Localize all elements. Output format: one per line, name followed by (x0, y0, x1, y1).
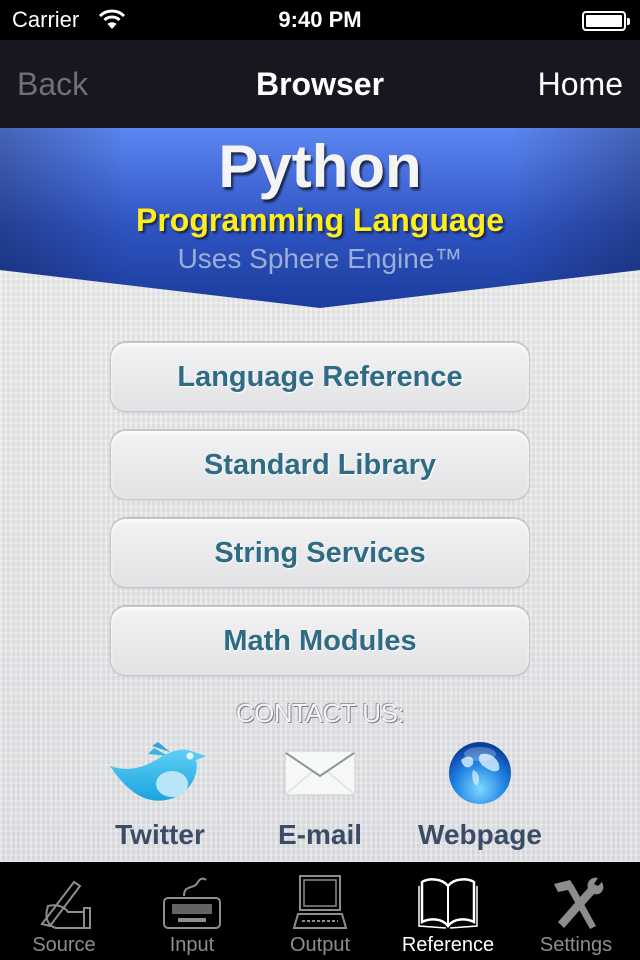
tab-label: Settings (539, 934, 613, 956)
twitter-label: Twitter (115, 819, 205, 850)
twitter-link[interactable]: Twitter (80, 733, 240, 851)
status-bar: Carrier 9:40 PM (0, 0, 640, 40)
computer-icon (292, 875, 348, 929)
tab-bar: Source Input Output Reference Settings (0, 862, 640, 960)
hand-writing-icon (40, 880, 91, 929)
tab-label: Output (289, 934, 351, 956)
email-link[interactable]: E-mail (240, 733, 400, 851)
button-label: Language Reference (177, 360, 463, 393)
tab-input[interactable]: Input (128, 862, 256, 960)
clock: 9:40 PM (278, 7, 362, 32)
tab-reference[interactable]: Reference (384, 862, 512, 960)
tab-label: Source (32, 934, 96, 956)
contact-heading: CONTACT US: (235, 698, 405, 728)
navigation-bar: Back Browser Home (0, 40, 640, 128)
engine-credit: Uses Sphere Engine™ (177, 243, 463, 274)
email-label: E-mail (277, 819, 363, 850)
button-label: Standard Library (203, 448, 437, 481)
math-modules-button[interactable]: Math Modules (110, 606, 530, 676)
tab-source[interactable]: Source (0, 862, 128, 960)
tab-settings[interactable]: Settings (512, 862, 640, 960)
tab-label: Reference (401, 934, 495, 956)
language-banner: Python Programming Language Uses Sphere … (0, 128, 640, 308)
button-label: Math Modules (223, 624, 417, 657)
home-button[interactable]: Home (538, 66, 623, 103)
battery-icon (582, 11, 630, 31)
tab-label: Input (169, 934, 215, 956)
language-subtitle: Programming Language (135, 202, 505, 238)
hammer-wrench-icon (554, 877, 604, 929)
keyboard-icon (163, 877, 221, 929)
tab-output[interactable]: Output (256, 862, 384, 960)
language-reference-button[interactable]: Language Reference (110, 342, 530, 412)
open-book-icon (418, 878, 478, 929)
envelope-icon (284, 750, 356, 796)
webpage-label: Webpage (418, 819, 542, 850)
webpage-link[interactable]: Webpage (400, 733, 560, 851)
language-title: Python (218, 133, 422, 200)
twitter-bird-icon (110, 742, 206, 801)
globe-icon (449, 742, 511, 804)
back-button[interactable]: Back (17, 66, 88, 103)
string-services-button[interactable]: String Services (110, 518, 530, 588)
button-label: String Services (214, 536, 426, 569)
standard-library-button[interactable]: Standard Library (110, 430, 530, 500)
content-area: Python Programming Language Uses Sphere … (0, 128, 640, 862)
